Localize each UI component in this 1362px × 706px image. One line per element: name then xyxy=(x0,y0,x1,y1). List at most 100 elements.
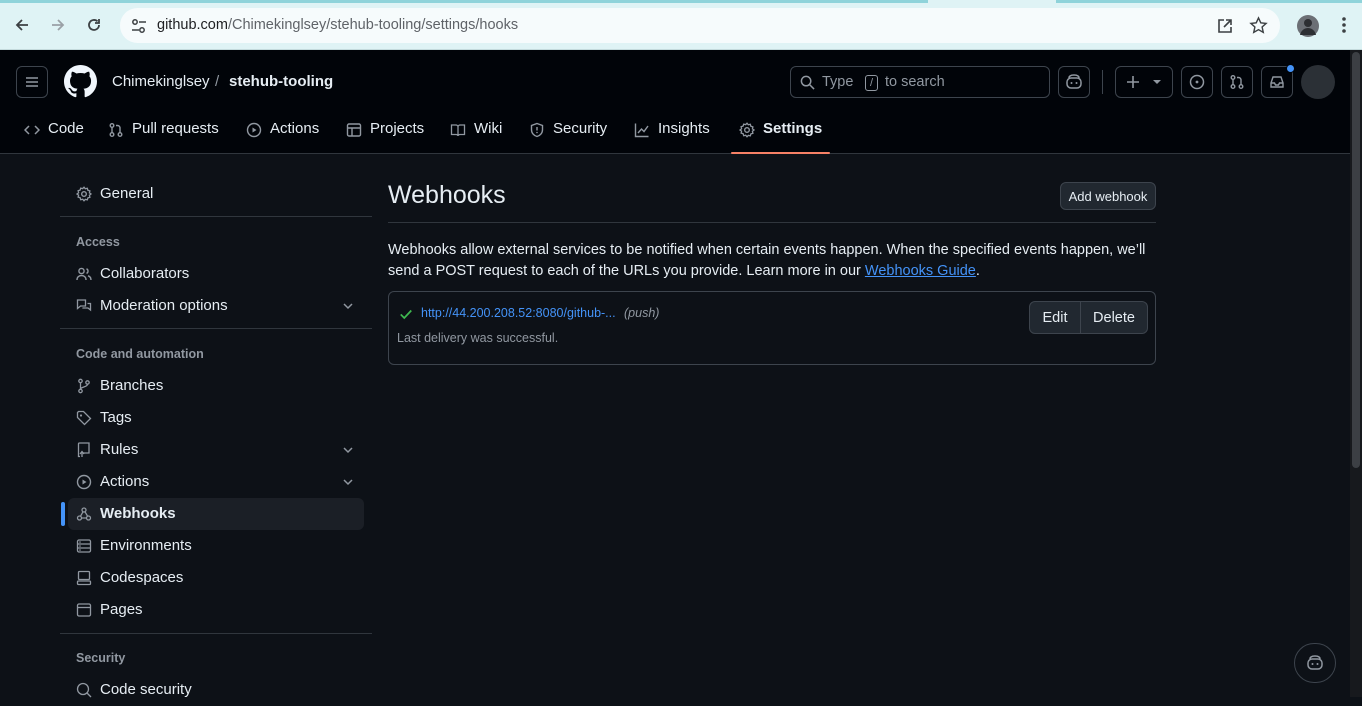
tab-label: Pull requests xyxy=(132,120,219,137)
repo-push-icon xyxy=(76,442,92,458)
sidebar-item-moderation[interactable]: Moderation options xyxy=(68,290,364,322)
shield-icon xyxy=(529,122,545,138)
sidebar-heading-access: Access xyxy=(76,235,120,249)
book-icon xyxy=(450,122,466,138)
search-suffix: to search xyxy=(885,74,945,90)
github-logo-icon[interactable] xyxy=(64,65,97,98)
webhook-actions: Edit Delete xyxy=(1029,301,1148,334)
repo-owner-link[interactable]: Chimekinglsey xyxy=(112,73,210,90)
sidebar-item-label: Moderation options xyxy=(100,297,228,314)
sidebar-item-label: Actions xyxy=(100,473,150,490)
sidebar-item-branches[interactable]: Branches xyxy=(68,370,364,402)
tab-label: Projects xyxy=(370,120,425,137)
page-title: Webhooks xyxy=(388,181,506,209)
browser-icon xyxy=(76,602,92,618)
browser-toolbar: github.com/Chimekinglsey/stehub-tooling/… xyxy=(0,0,1362,50)
back-arrow-icon[interactable] xyxy=(10,13,34,37)
repo-name-link[interactable]: stehub-tooling xyxy=(229,73,333,90)
site-settings-icon[interactable] xyxy=(130,17,148,35)
git-branch-icon xyxy=(76,378,92,394)
copilot-button[interactable] xyxy=(1058,66,1090,98)
url-text[interactable]: github.com/Chimekinglsey/stehub-tooling/… xyxy=(157,17,518,33)
tab-label: Wiki xyxy=(474,120,503,137)
address-bar[interactable]: github.com/Chimekinglsey/stehub-tooling/… xyxy=(120,8,1280,43)
tab-wiki[interactable]: Wiki xyxy=(450,120,502,154)
bookmark-star-icon[interactable] xyxy=(1249,16,1268,35)
chevron-down-icon[interactable] xyxy=(340,442,356,458)
search-input[interactable]: Type / to search xyxy=(790,66,1050,98)
create-new-button[interactable] xyxy=(1115,66,1173,98)
tab-security[interactable]: Security xyxy=(529,120,607,154)
webhook-icon xyxy=(76,506,92,522)
hamburger-menu-button[interactable] xyxy=(16,66,48,98)
repo-header: Chimekinglsey / stehub-tooling Type / to… xyxy=(0,50,1350,154)
gear-icon xyxy=(739,122,755,138)
sidebar-item-label: Pages xyxy=(100,601,143,618)
triangle-down-icon xyxy=(1153,80,1161,84)
tab-label: Insights xyxy=(658,120,710,137)
codespaces-icon xyxy=(76,570,92,586)
browser-menu-icon[interactable] xyxy=(1332,13,1356,37)
webhook-url-link[interactable]: http://44.200.208.52:8080/github-... xyxy=(421,306,616,320)
sidebar-item-label: Branches xyxy=(100,377,164,394)
sidebar-item-pages[interactable]: Pages xyxy=(68,594,364,626)
title-divider xyxy=(388,222,1156,223)
sidebar-item-environments[interactable]: Environments xyxy=(68,530,364,562)
sidebar-item-actions[interactable]: Actions xyxy=(68,466,364,498)
chevron-down-icon[interactable] xyxy=(340,298,356,314)
notification-dot xyxy=(1286,64,1295,73)
sidebar-item-label: General xyxy=(100,185,154,202)
tab-settings[interactable]: Settings xyxy=(730,120,831,154)
tab-label: Code xyxy=(48,120,84,137)
codescan-icon xyxy=(76,682,92,698)
forward-arrow-icon[interactable] xyxy=(46,13,70,37)
reload-icon[interactable] xyxy=(82,13,106,37)
sidebar-item-label: Tags xyxy=(100,409,132,426)
sidebar-item-tags[interactable]: Tags xyxy=(68,402,364,434)
add-webhook-button[interactable]: Add webhook xyxy=(1060,182,1156,210)
tab-projects[interactable]: Projects xyxy=(346,120,424,154)
graph-icon xyxy=(634,122,650,138)
copilot-icon xyxy=(1307,655,1323,670)
sidebar-item-label: Rules xyxy=(100,441,139,458)
play-icon xyxy=(76,474,92,490)
webhook-event: (push) xyxy=(624,306,660,320)
git-pull-request-icon xyxy=(1230,75,1244,89)
check-icon xyxy=(399,307,413,321)
active-item-indicator xyxy=(61,502,65,526)
sidebar-item-label: Environments xyxy=(100,537,192,554)
copilot-icon xyxy=(1066,74,1082,89)
sidebar-heading-security: Security xyxy=(76,651,126,665)
sidebar-item-label: Collaborators xyxy=(100,265,190,282)
issues-button[interactable] xyxy=(1181,66,1213,98)
sidebar-item-webhooks[interactable]: Webhooks xyxy=(68,498,364,530)
webhooks-guide-link[interactable]: Webhooks Guide xyxy=(865,263,976,279)
sidebar-item-collaborators[interactable]: Collaborators xyxy=(68,258,364,290)
delete-button[interactable]: Delete xyxy=(1081,302,1147,333)
sidebar-item-label: Codespaces xyxy=(100,569,184,586)
sidebar-item-codespaces[interactable]: Codespaces xyxy=(68,562,364,594)
tag-icon xyxy=(76,410,92,426)
chevron-down-icon[interactable] xyxy=(340,474,356,490)
sidebar-item-label: Webhooks xyxy=(100,505,176,522)
scrollbar-thumb[interactable] xyxy=(1352,52,1360,468)
pull-requests-button[interactable] xyxy=(1221,66,1253,98)
copilot-chat-button[interactable] xyxy=(1294,643,1336,683)
gear-icon xyxy=(76,186,92,202)
tab-pull-requests[interactable]: Pull requests xyxy=(108,120,219,154)
open-in-app-icon[interactable] xyxy=(1216,17,1234,35)
menu-icon xyxy=(26,77,38,87)
sidebar-divider xyxy=(60,328,372,329)
sidebar-item-code-security[interactable]: Code security xyxy=(68,674,364,706)
tab-code[interactable]: Code xyxy=(24,120,84,154)
sidebar-item-general[interactable]: General xyxy=(68,178,364,210)
browser-profile-avatar[interactable] xyxy=(1297,15,1319,37)
user-avatar[interactable] xyxy=(1301,65,1335,99)
people-icon xyxy=(76,266,92,282)
edit-button[interactable]: Edit xyxy=(1030,302,1081,333)
tab-actions[interactable]: Actions xyxy=(246,120,319,154)
tab-insights[interactable]: Insights xyxy=(634,120,710,154)
tab-label: Security xyxy=(553,120,608,137)
sidebar-item-rules[interactable]: Rules xyxy=(68,434,364,466)
search-shortcut-key: / xyxy=(865,75,878,91)
